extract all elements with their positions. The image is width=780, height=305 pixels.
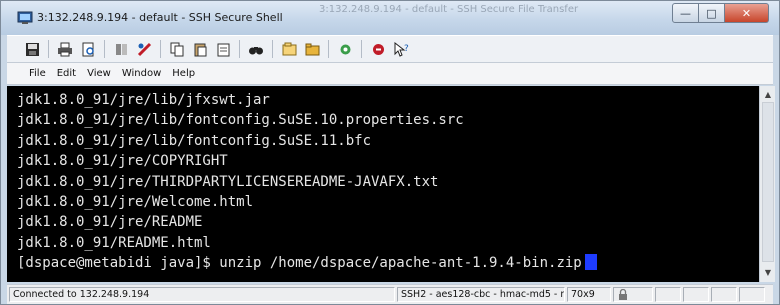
scroll-down-icon[interactable]: ▼ xyxy=(760,266,776,280)
window-controls: — □ ✕ xyxy=(672,3,769,23)
status-cell xyxy=(739,287,765,302)
terminal-line: jdk1.8.0_91/jre/THIRDPARTYLICENSEREADME-… xyxy=(17,173,439,190)
menu-view[interactable]: View xyxy=(87,68,111,79)
help-icon[interactable]: ? xyxy=(392,40,410,58)
terminal-prompt: [dspace@metabidi java]$ unzip /home/dspa… xyxy=(17,255,582,272)
minimize-button[interactable]: — xyxy=(672,3,699,23)
toolbar-separator xyxy=(104,40,105,58)
connection-status: Connected to 132.248.9.194 xyxy=(9,287,395,302)
svg-text:?: ? xyxy=(404,44,409,54)
save-icon[interactable] xyxy=(23,40,41,58)
print-icon[interactable] xyxy=(56,40,74,58)
terminal-line: jdk1.8.0_91/jre/lib/jfxswt.jar xyxy=(17,92,270,108)
app-icon xyxy=(17,11,33,24)
scroll-thumb[interactable] xyxy=(762,102,774,262)
profile-icon[interactable] xyxy=(280,40,298,58)
status-cell xyxy=(711,287,737,302)
terminal-line: jdk1.8.0_91/jre/Welcome.html xyxy=(17,193,254,210)
vertical-scrollbar[interactable]: ▲ ▼ xyxy=(759,86,775,282)
lock-icon xyxy=(619,288,627,300)
menu-help[interactable]: Help xyxy=(172,68,195,79)
menu-bar: File Edit View Window Help xyxy=(7,63,773,85)
paste-clipboard-icon[interactable] xyxy=(214,40,232,58)
status-cell xyxy=(613,287,653,302)
status-bar: Connected to 132.248.9.194 SSH2 - aes128… xyxy=(7,284,773,304)
transfer-icon[interactable] xyxy=(112,40,130,58)
keygen-icon[interactable] xyxy=(369,40,387,58)
menu-file[interactable]: File xyxy=(29,68,46,79)
terminal-prompt-line[interactable]: [dspace@metabidi java]$ unzip /home/dspa… xyxy=(17,253,759,273)
terminal-line: jdk1.8.0_91/jre/README xyxy=(17,214,203,231)
background-window-title: 3:132.248.9.194 - default - SSH Secure F… xyxy=(319,4,579,15)
toolbar-separator xyxy=(361,40,362,58)
toolbar-separator xyxy=(272,40,273,58)
copy-icon[interactable] xyxy=(168,40,186,58)
close-button[interactable]: ✕ xyxy=(725,3,769,23)
menu-edit[interactable]: Edit xyxy=(57,68,76,79)
toolbar: ? xyxy=(7,35,773,63)
ssh-client-window: 3:132.248.9.194 - default - SSH Secure S… xyxy=(0,0,780,305)
paste-icon[interactable] xyxy=(191,40,209,58)
terminal-line: jdk1.8.0_91/README.html xyxy=(17,234,211,251)
disconnect-icon[interactable] xyxy=(135,40,153,58)
terminal-line: jdk1.8.0_91/jre/COPYRIGHT xyxy=(17,153,228,170)
window-title: 3:132.248.9.194 - default - SSH Secure S… xyxy=(37,11,283,24)
terminal-line: jdk1.8.0_91/jre/lib/fontconfig.SuSE.11.b… xyxy=(17,132,372,149)
status-cell xyxy=(655,287,681,302)
toolbar-separator xyxy=(48,40,49,58)
cipher-status: SSH2 - aes128-cbc - hmac-md5 - no xyxy=(397,287,565,302)
menu-window[interactable]: Window xyxy=(122,68,161,79)
maximize-button[interactable]: □ xyxy=(699,3,725,23)
toolbar-separator xyxy=(239,40,240,58)
scroll-up-icon[interactable]: ▲ xyxy=(760,88,776,102)
terminal-size-status: 70x9 xyxy=(567,287,611,302)
toolbar-separator xyxy=(160,40,161,58)
find-icon[interactable] xyxy=(247,40,265,58)
print-preview-icon[interactable] xyxy=(79,40,97,58)
terminal-line: jdk1.8.0_91/jre/lib/fontconfig.SuSE.10.p… xyxy=(17,112,464,129)
title-bar[interactable]: 3:132.248.9.194 - default - SSH Secure S… xyxy=(1,1,779,35)
folder-icon[interactable] xyxy=(303,40,321,58)
terminal-cursor xyxy=(584,254,597,271)
settings-icon[interactable] xyxy=(336,40,354,58)
status-cell xyxy=(683,287,709,302)
toolbar-separator xyxy=(328,40,329,58)
terminal-output[interactable]: jdk1.8.0_91/jre/lib/jfxswt.jar jdk1.8.0_… xyxy=(7,86,759,282)
